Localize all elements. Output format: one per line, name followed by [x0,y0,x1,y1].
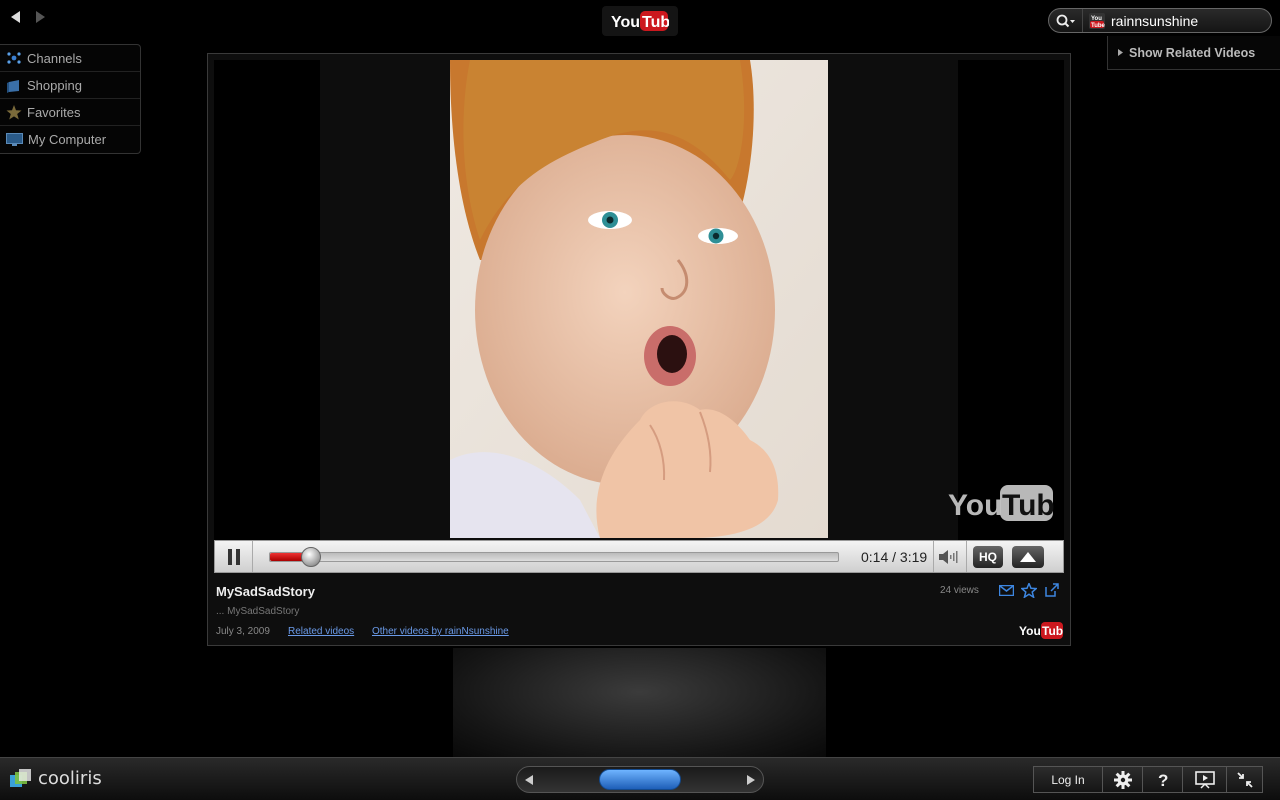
sidebar-item-label: Favorites [27,104,81,120]
scroll-left-button[interactable] [525,774,533,785]
video-date: July 3, 2009 [216,626,270,637]
youtube-logo: You Tube [602,6,678,36]
small-logo-text-you: You [1019,624,1041,638]
progress-bar[interactable] [269,546,839,567]
pause-icon [227,548,240,565]
login-button[interactable]: Log In [1033,766,1103,793]
letterbox-right [958,60,1064,540]
search-icon [1056,14,1075,27]
exit-fullscreen-button[interactable] [1227,766,1263,793]
computer-icon [6,132,23,146]
related-videos-link[interactable]: Related videos [288,626,354,637]
video-card: You Tube 0:14 / 3:19 HQ MySadSadStory ..… [207,53,1071,646]
view-count: 24 views [940,585,979,596]
video-title: MySadSadStory [216,584,315,599]
brand-text: cooliris [38,768,102,789]
back-arrow-icon[interactable] [8,8,24,26]
letterbox-left [214,60,320,540]
bottom-toolbar: cooliris Log In ? [0,757,1280,800]
triangle-right-icon [1118,49,1123,56]
other-videos-link[interactable]: Other videos by rainNsunshine [372,626,509,637]
scroll-right-button[interactable] [747,774,755,785]
search-input[interactable] [1111,12,1261,29]
time-display: 0:14 / 3:19 [861,548,928,565]
video-description: ... MySadSadStory [216,606,300,617]
speaker-icon [939,549,958,564]
email-icon[interactable] [998,582,1014,598]
cooliris-logo[interactable]: cooliris [10,768,102,789]
sidebar-item-label: Shopping [27,77,82,93]
triangle-left-icon [525,774,533,785]
volume-button[interactable] [933,541,967,572]
sidebar: Channels Shopping Favorites My Computer [0,44,141,154]
sidebar-item-favorites[interactable]: Favorites [0,99,140,126]
slideshow-icon [1194,770,1215,789]
youtube-watermark: You Tube [948,483,1071,528]
pause-button[interactable] [215,541,253,572]
settings-button[interactable] [1103,766,1143,793]
triangle-right-icon [747,774,755,785]
favorite-star-icon[interactable] [1021,582,1037,598]
sidebar-item-label: Channels [27,50,82,66]
slideshow-button[interactable] [1183,766,1227,793]
triangle-up-icon [1020,551,1036,562]
youtube-small-logo[interactable]: You Tube [1019,622,1070,644]
wall-scroller[interactable] [516,766,764,793]
star-icon [6,104,22,119]
watermark-text-you: You [948,489,1002,522]
watermark-text-tube: Tube [1002,489,1054,522]
history-nav [8,8,48,26]
scrubber-handle[interactable] [301,546,322,567]
search-box: You Tube [1048,8,1272,33]
shopping-bag-icon [7,79,19,93]
cooliris-icon [10,768,31,787]
sidebar-item-label: My Computer [28,132,107,147]
sidebar-item-my-computer[interactable]: My Computer [0,126,140,153]
youtube-logo-text-you: You [611,14,640,31]
help-button[interactable]: ? [1143,766,1183,793]
show-related-videos-label: Show Related Videos [1129,45,1256,60]
search-menu-button[interactable] [1049,9,1083,32]
video-player[interactable]: You Tube [214,60,1071,540]
external-link-icon[interactable] [1044,582,1060,598]
hq-button[interactable]: HQ [973,545,1003,568]
youtube-source-icon: You Tube [1089,12,1106,29]
scroll-handle[interactable] [599,769,681,790]
sidebar-item-shopping[interactable]: Shopping [0,72,140,99]
video-actions [998,582,1060,598]
toolbar-buttons: Log In ? [1033,766,1263,793]
player-controls: 0:14 / 3:19 HQ [214,540,1064,573]
video-frame [450,60,828,538]
next-video-thumbnail[interactable] [453,648,826,758]
show-related-videos-button[interactable]: Show Related Videos [1107,36,1280,70]
svg-text:Tube: Tube [1091,23,1105,29]
expand-button[interactable] [1012,545,1044,568]
channels-icon [7,52,21,64]
svg-text:?: ? [1158,771,1168,789]
help-icon: ? [1158,771,1168,789]
sidebar-item-channels[interactable]: Channels [0,45,140,72]
forward-arrow-icon[interactable] [32,8,48,26]
youtube-logo-text-tube: Tube [642,14,669,31]
collapse-arrows-icon [1236,771,1253,788]
gear-icon [1113,770,1132,789]
small-logo-text-tube: Tube [1042,624,1063,638]
